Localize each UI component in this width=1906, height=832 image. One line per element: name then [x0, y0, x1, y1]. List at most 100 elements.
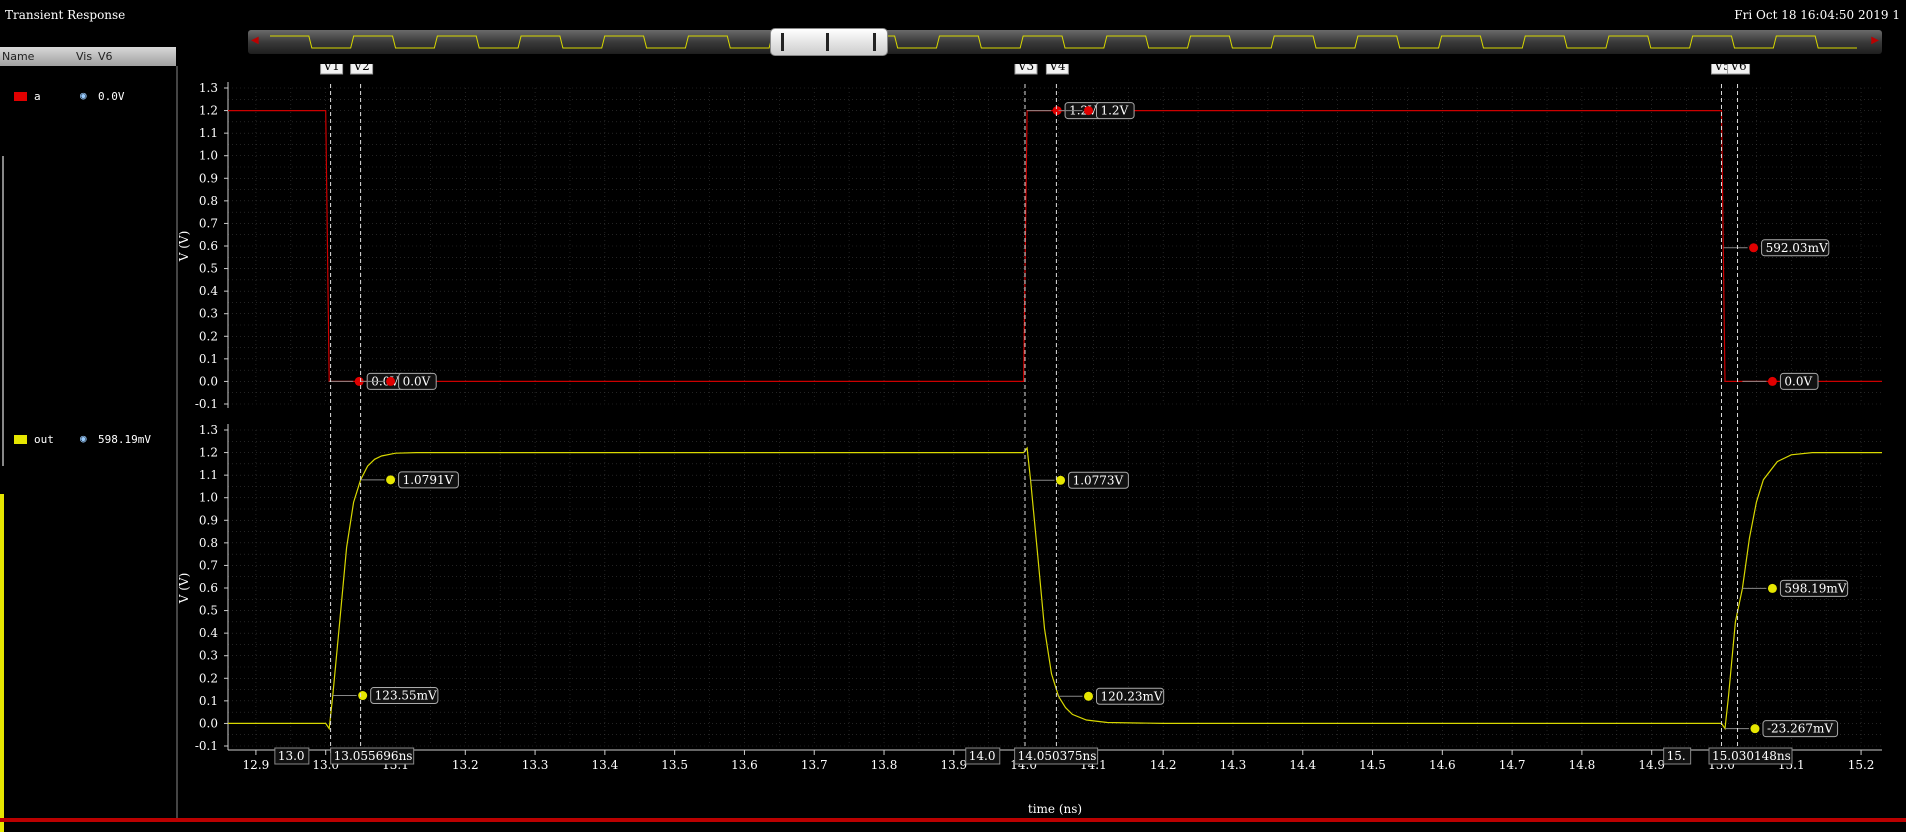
x-tick-label: 14.2 — [1150, 758, 1177, 772]
title-bar: Transient Response Fri Oct 18 16:04:50 2… — [0, 0, 1906, 30]
y-axis-label: V (V) — [178, 573, 191, 605]
marker-dot — [386, 475, 396, 485]
x-tick-label: 14.4 — [1289, 758, 1316, 772]
marker-dot — [1083, 691, 1093, 701]
y-tick-label: 0.2 — [199, 671, 218, 685]
grip-right-icon — [873, 33, 876, 51]
x-tick-label: 14.3 — [1220, 758, 1247, 772]
cursor-label-V6: V6 — [1729, 64, 1746, 73]
marker-label: 1.2V — [1100, 104, 1128, 118]
y-tick-label: 1.2 — [199, 104, 218, 118]
x-tick-label: 13.2 — [452, 758, 479, 772]
legend-swatch-a — [14, 92, 27, 101]
cursor-time-label: 15.030148ns — [1712, 749, 1791, 763]
y-tick-label: 0.5 — [199, 262, 218, 276]
scroll-right-arrow-icon[interactable]: ▶ — [1871, 35, 1879, 46]
x-tick-label: 13.9 — [940, 758, 967, 772]
marker-label: 123.55mV — [375, 689, 437, 703]
marker-label: 120.23mV — [1100, 689, 1162, 703]
visibility-eye-icon[interactable]: ◉ — [80, 432, 87, 445]
y-tick-label: 0.9 — [199, 171, 218, 185]
y-tick-label: 0.6 — [199, 581, 218, 595]
y-tick-label: 1.1 — [199, 468, 218, 482]
x-tick-label: 14.6 — [1429, 758, 1456, 772]
x-tick-label: 13.7 — [801, 758, 828, 772]
y-tick-label: 0.1 — [199, 694, 218, 708]
y-tick-label: 1.3 — [199, 423, 218, 437]
marker-label: 1.0791V — [403, 473, 454, 487]
y-tick-label: 0.7 — [199, 216, 218, 230]
x-tick-label: 13.3 — [522, 758, 549, 772]
y-tick-label: 0.1 — [199, 352, 218, 366]
marker-label: 0.0V — [403, 374, 431, 388]
y-tick-label: 0.9 — [199, 513, 218, 527]
y-tick-label: 0.3 — [199, 307, 218, 321]
legend-selection-bar-out — [0, 494, 4, 832]
cursor-time-label: 14.0 — [969, 749, 996, 763]
legend-name-a: a — [34, 90, 41, 103]
cursor-label-V4: V4 — [1048, 64, 1066, 73]
legend-entry-a[interactable]: a ◉ 0.0V — [0, 88, 176, 108]
x-tick-label: 13.8 — [871, 758, 898, 772]
marker-dot — [1750, 724, 1760, 734]
legend-col-vis: Vis — [76, 50, 93, 63]
y-tick-label: 0.6 — [199, 239, 218, 253]
scroll-thumb[interactable] — [770, 28, 888, 56]
legend-value-a: 0.0V — [98, 90, 125, 103]
marker-label: 592.03mV — [1766, 241, 1828, 255]
grip-middle-icon — [826, 33, 829, 51]
y-tick-label: 0.0 — [199, 374, 218, 388]
y-tick-label: 0.0 — [199, 716, 218, 730]
marker-label: 0.0V — [1784, 374, 1812, 388]
y-tick-label: -0.1 — [195, 397, 218, 411]
panel-out: 1.3 1.2 1.1 1.0 0.9 0.8 0.7 0.6 0.5 0.4 0.3 0.2 0.1 0… — [178, 423, 1882, 753]
transient-chart[interactable]: 1.3 1.2 1.1 1.0 0.9 0.8 0.7 0.6 0.5 0.4 0.3 0.2 0.1 0… — [178, 64, 1906, 818]
overview-trace — [270, 35, 1857, 49]
overview-waveform — [270, 35, 1857, 49]
marker-dot — [358, 691, 368, 701]
cursor-time-label: 13.0 — [278, 749, 305, 763]
legend-swatch-out — [14, 435, 27, 444]
marker-label: 598.19mV — [1784, 581, 1846, 595]
y-axis-label: V (V) — [178, 231, 191, 263]
overview-scrollbar[interactable]: ◀ ▶ — [248, 28, 1882, 56]
y-tick-label: 0.4 — [199, 284, 218, 298]
cursor-time-label: 15. — [1667, 749, 1686, 763]
x-tick-label: 12.9 — [243, 758, 270, 772]
legend-panel: a ◉ 0.0V out ◉ 598.19mV — [0, 66, 178, 832]
plot-area[interactable]: 1.3 1.2 1.1 1.0 0.9 0.8 0.7 0.6 0.5 0.4 0.3 0.2 0.1 0… — [178, 64, 1906, 822]
y-tick-label: 0.2 — [199, 329, 218, 343]
cursor-time-label: 14.050375ns — [1018, 749, 1097, 763]
x-tick-label: 13.4 — [592, 758, 619, 772]
x-tick-label: 15.2 — [1848, 758, 1875, 772]
legend-value-out: 598.19mV — [98, 433, 151, 446]
legend-selection-bar-a — [2, 156, 4, 466]
x-tick-label: 14.7 — [1499, 758, 1526, 772]
y-tick-label: 0.4 — [199, 626, 218, 640]
y-tick-label: 1.2 — [199, 446, 218, 460]
visibility-eye-icon[interactable]: ◉ — [80, 89, 87, 102]
x-tick-label: 14.9 — [1638, 758, 1665, 772]
y-tick-label: 1.1 — [199, 126, 218, 140]
x-tick-label: 13.6 — [731, 758, 758, 772]
y-tick-label: 1.0 — [199, 149, 218, 163]
marker-dot — [386, 376, 396, 386]
y-tick-label: 0.8 — [199, 536, 218, 550]
x-axis-label: time (ns) — [1028, 802, 1082, 816]
cursor-label-V1: V1 — [322, 64, 339, 73]
legend-entry-out[interactable]: out ◉ 598.19mV — [0, 431, 176, 451]
y-tick-label: -0.1 — [195, 739, 218, 753]
marker-dot — [1767, 583, 1777, 593]
cursor-time-label: 13.055696ns — [334, 749, 413, 763]
datestamp: Fri Oct 18 16:04:50 2019 1 — [1734, 8, 1900, 22]
legend-header: Name Vis V6 — [0, 47, 176, 66]
y-tick-label: 0.8 — [199, 194, 218, 208]
marker-dot — [1056, 475, 1066, 485]
x-tick-label: 14.5 — [1359, 758, 1386, 772]
cursors: V1 V2 V3 V4 V5 V613.0 13.055696ns 14.0 14.050375… — [274, 64, 1793, 765]
window-title: Transient Response — [5, 8, 126, 22]
panel-a: 1.3 1.2 1.1 1.0 0.9 0.8 0.7 0.6 0.5 0.4 0.3 0.2 0.1 0… — [178, 81, 1882, 411]
cursor-label-V2: V2 — [352, 64, 369, 73]
cursor-label-V3: V3 — [1017, 64, 1034, 73]
legend-name-out: out — [34, 433, 54, 446]
